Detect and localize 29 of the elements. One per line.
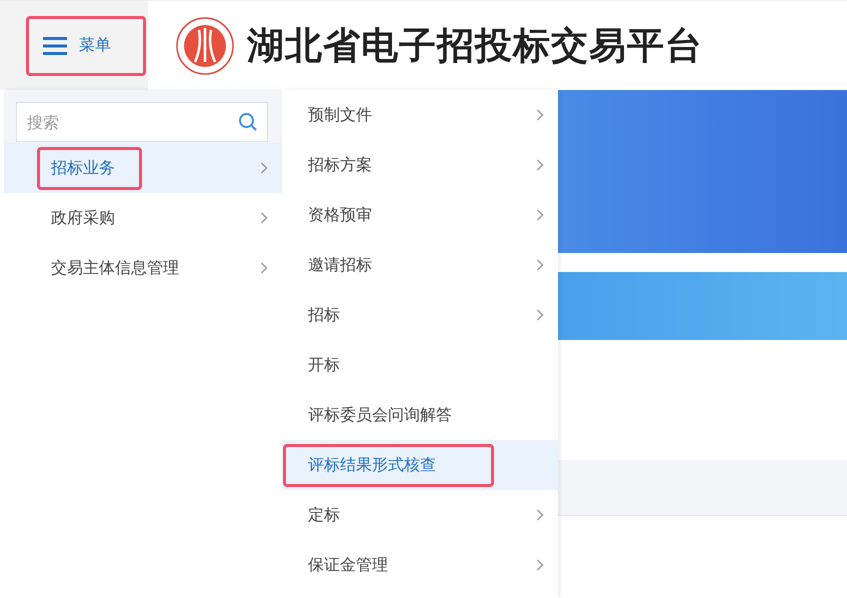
search-icon[interactable] [238, 112, 258, 132]
search-field[interactable]: 搜索 [16, 102, 268, 142]
chevron-right-icon [536, 159, 544, 171]
chevron-right-icon [536, 559, 544, 571]
menu-item[interactable]: 定标 [282, 490, 558, 540]
menu-item[interactable]: 预制文件 [282, 90, 558, 140]
chevron-right-icon [260, 262, 268, 274]
menu-item[interactable]: 保证金管理 [282, 540, 558, 590]
menu-item[interactable]: 招标业务 [4, 143, 282, 193]
emblem-logo-icon [175, 16, 235, 76]
chevron-right-icon [536, 209, 544, 221]
site-title: 湖北省电子招投标交易平台 [247, 22, 703, 68]
menu-item[interactable]: 开标 [282, 340, 558, 390]
chevron-right-icon [536, 109, 544, 121]
chevron-right-icon [536, 509, 544, 521]
menu-item[interactable]: 评标委员会问询解答 [282, 390, 558, 440]
menu-item[interactable]: 评标结果形式核查 [282, 440, 558, 490]
menu-item[interactable]: 招标 [282, 290, 558, 340]
menu-item[interactable]: 招标方案 [282, 140, 558, 190]
chevron-right-icon [536, 309, 544, 321]
menu-item[interactable]: 资格预审 [282, 190, 558, 240]
menu-item[interactable]: 邀请招标 [282, 240, 558, 290]
menu-button[interactable]: 菜单 [26, 16, 146, 76]
chevron-right-icon [536, 259, 544, 271]
chevron-right-icon [260, 212, 268, 224]
chevron-right-icon [260, 162, 268, 174]
menu-icon [43, 36, 67, 56]
menu-item[interactable]: 政府采购 [4, 193, 282, 243]
menu-item[interactable]: 交易主体信息管理 [4, 243, 282, 293]
